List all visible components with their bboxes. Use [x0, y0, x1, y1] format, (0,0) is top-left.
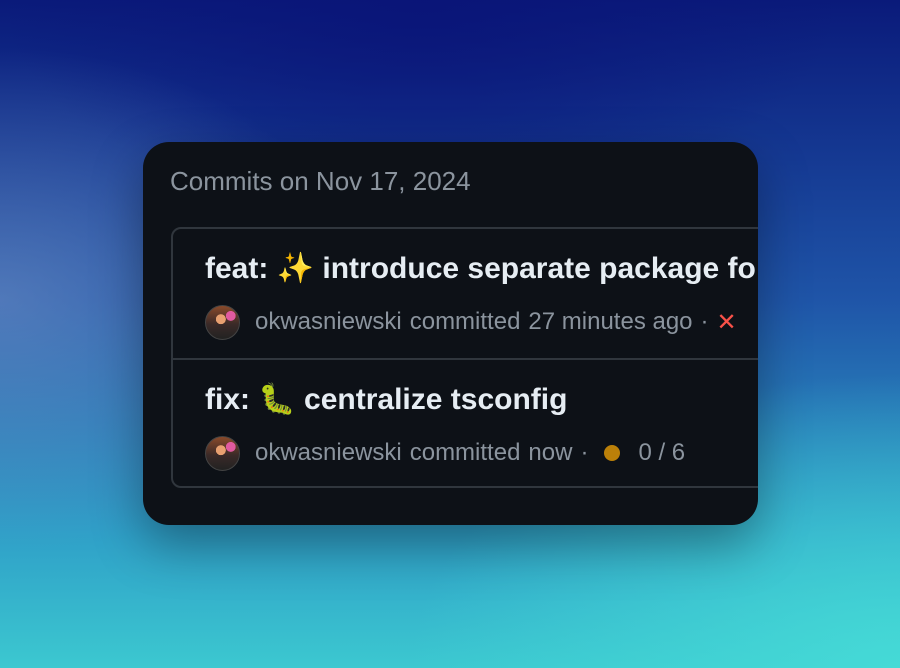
commits-date-heading: Commits on Nov 17, 2024: [170, 166, 471, 196]
commit-message: introduce separate package fo: [322, 252, 756, 285]
commit-title-link[interactable]: fix: 🐛 centralize tsconfig: [205, 382, 567, 417]
commit-meta: okwasniewski committed now · 0 / 6: [205, 435, 685, 471]
author-link[interactable]: okwasniewski: [255, 308, 402, 336]
commit-action: committed: [409, 439, 521, 466]
separator: ·: [580, 439, 589, 466]
avatar[interactable]: [205, 435, 240, 471]
status-failure-icon[interactable]: ✕: [717, 308, 737, 336]
bug-emoji: 🐛: [258, 382, 296, 417]
commit-title-link[interactable]: feat: ✨ introduce separate package fo: [205, 251, 756, 286]
commit-row[interactable]: fix: 🐛 centralize tsconfig okwasniewski …: [173, 358, 758, 487]
commit-time[interactable]: now: [528, 439, 572, 467]
author-link[interactable]: okwasniewski: [255, 439, 402, 467]
checks-count[interactable]: 0 / 6: [638, 439, 685, 467]
commit-action: committed: [409, 308, 521, 335]
avatar[interactable]: [205, 304, 240, 340]
commits-card: Commits on Nov 17, 2024 feat: ✨ introduc…: [143, 142, 758, 525]
commit-prefix: feat:: [205, 252, 269, 285]
sparkles-emoji: ✨: [276, 251, 315, 286]
status-pending-icon[interactable]: [604, 445, 621, 461]
commit-message: centralize tsconfig: [304, 383, 568, 416]
separator: ·: [700, 308, 709, 335]
commit-meta: okwasniewski committed 27 minutes ago · …: [205, 304, 737, 340]
commit-list: feat: ✨ introduce separate package fo ok…: [171, 227, 758, 488]
commit-time[interactable]: 27 minutes ago: [528, 308, 692, 336]
commit-prefix: fix:: [205, 383, 250, 416]
commit-row[interactable]: feat: ✨ introduce separate package fo ok…: [173, 229, 758, 358]
